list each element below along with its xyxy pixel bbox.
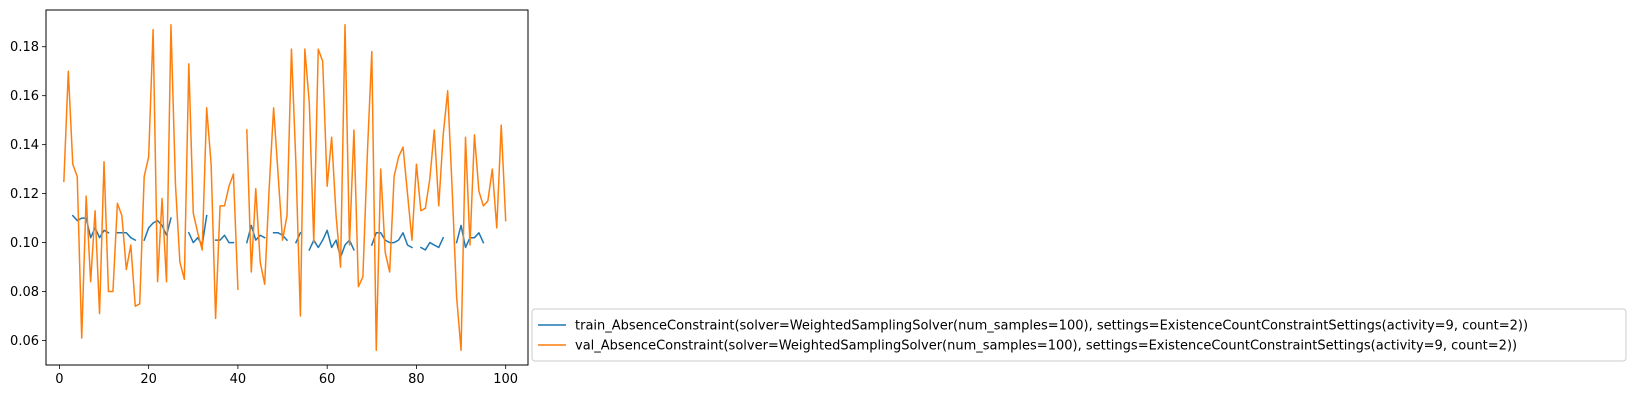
y-tick-label: 0.12: [10, 187, 39, 202]
legend: train_AbsenceConstraint(solver=WeightedS…: [531, 308, 1627, 362]
x-tick-label: 100: [493, 372, 518, 387]
series-lines: [63, 23, 507, 352]
x-axis-ticks: 0 20 40 60 80 100: [55, 365, 518, 387]
line-chart: 0 20 40 60 80 100 0.06 0.08 0.10 0.12 0.14 0.16 0.1…: [0, 0, 1631, 413]
legend-label-val: val_AbsenceConstraint(solver=WeightedSam…: [575, 339, 1517, 354]
y-tick-label: 0.14: [10, 138, 39, 153]
y-tick-label: 0.16: [10, 89, 39, 104]
x-tick-label: 0: [55, 372, 63, 387]
y-tick-label: 0.06: [10, 334, 39, 349]
series-line-train: [71, 214, 485, 259]
series-line-val: [63, 23, 507, 352]
y-axis-ticks: 0.06 0.08 0.10 0.12 0.14 0.16 0.18: [10, 40, 46, 349]
axes-frame: [45, 9, 529, 366]
y-tick-label: 0.18: [10, 40, 39, 55]
x-tick-label: 20: [140, 372, 157, 387]
legend-label-train: train_AbsenceConstraint(solver=WeightedS…: [575, 319, 1528, 334]
x-tick-label: 40: [230, 372, 247, 387]
y-tick-label: 0.10: [10, 236, 39, 251]
y-tick-label: 0.08: [10, 285, 39, 300]
chart-svg: 0 20 40 60 80 100 0.06 0.08 0.10 0.12 0.14 0.16 0.1…: [10, 9, 1627, 387]
x-tick-label: 60: [319, 372, 336, 387]
x-tick-label: 80: [408, 372, 425, 387]
